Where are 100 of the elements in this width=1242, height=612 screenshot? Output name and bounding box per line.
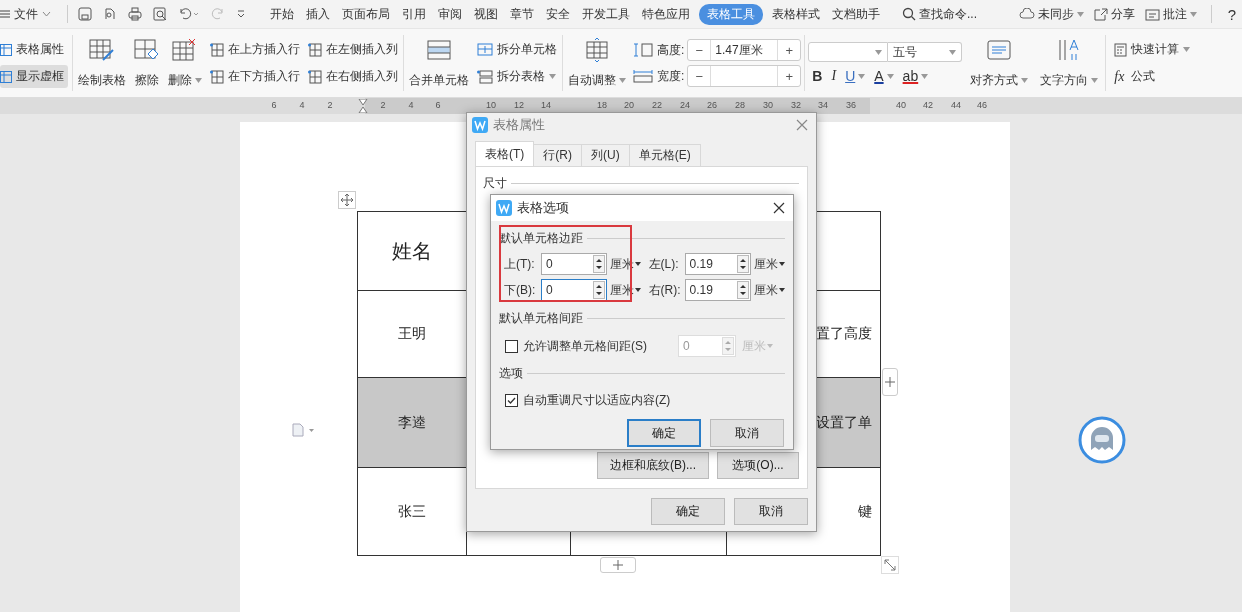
unit-dropdown[interactable]: 厘米	[753, 255, 785, 273]
dialog-button[interactable]: 取消	[710, 419, 784, 447]
dialog-tab[interactable]: 单元格(E)	[628, 144, 701, 166]
caret-icon	[1091, 77, 1099, 83]
dialog-title: 表格属性	[493, 116, 545, 134]
ribbon-tab[interactable]: 特色应用	[642, 3, 690, 25]
comment-button[interactable]: 批注	[1144, 5, 1197, 23]
export-icon[interactable]	[103, 7, 117, 21]
dialog-button[interactable]: 确定	[651, 498, 725, 525]
spinner-icon[interactable]	[593, 281, 605, 299]
decrease-button[interactable]: −	[688, 66, 711, 86]
increase-button[interactable]: +	[778, 66, 801, 86]
ribbon-tab[interactable]: 视图	[474, 3, 498, 25]
dialog-button[interactable]: 选项(O)...	[717, 452, 799, 479]
height-field[interactable]: 1.47厘米	[710, 40, 779, 60]
assistant-icon[interactable]	[1078, 416, 1126, 464]
sync-button[interactable]: 未同步	[1018, 5, 1084, 23]
alignment-button[interactable]: 对齐方式	[968, 35, 1031, 91]
autofit-icon	[584, 37, 610, 62]
print-icon[interactable]	[128, 7, 142, 21]
ribbon-tab[interactable]: 文档助手	[832, 3, 880, 25]
ruler-number: 44	[950, 100, 962, 110]
number-field[interactable]: 0	[541, 279, 607, 301]
app-logo-icon	[496, 200, 512, 216]
split-table-button[interactable]: 拆分表格	[475, 65, 559, 88]
search-icon	[902, 7, 916, 21]
split-cells-button[interactable]: 拆分单元格	[475, 38, 559, 61]
help-button[interactable]: ?	[1225, 5, 1238, 23]
ribbon-tab[interactable]: 审阅	[438, 3, 462, 25]
highlight-button[interactable]: ab	[902, 68, 929, 84]
ribbon-tab[interactable]: 引用	[402, 3, 426, 25]
spinner-icon[interactable]	[593, 255, 605, 273]
draw-table-button[interactable]: 绘制表格	[76, 35, 128, 91]
increase-button[interactable]: +	[778, 40, 801, 60]
ruler-number: 32	[790, 100, 802, 110]
spinner-icon[interactable]	[736, 255, 749, 273]
ribbon-tab[interactable]: 插入	[306, 3, 330, 25]
italic-button[interactable]: I	[831, 68, 837, 84]
eraser-icon	[134, 37, 160, 62]
ribbon-tab[interactable]: 表格样式	[772, 3, 820, 25]
formula-button[interactable]: fx 公式	[1112, 65, 1193, 88]
share-button[interactable]: 分享	[1093, 5, 1135, 23]
font-color-button[interactable]: A	[874, 68, 894, 84]
autofit-button[interactable]: 自动调整	[566, 35, 628, 91]
quick-calc-button[interactable]: 快速计算	[1112, 38, 1193, 61]
font-size-dropdown[interactable]: 五号	[888, 42, 963, 62]
preview-icon[interactable]	[153, 7, 167, 21]
ribbon-tab[interactable]: 安全	[546, 3, 570, 25]
ribbon-tab[interactable]: 页面布局	[342, 3, 390, 25]
erase-button[interactable]: 擦除	[132, 35, 162, 91]
dialog-button[interactable]: 确定	[627, 419, 701, 447]
spinner-icon[interactable]	[736, 281, 749, 299]
ribbon-tab[interactable]: 开发工具	[582, 3, 630, 25]
checkbox-icon	[505, 394, 518, 407]
close-icon[interactable]	[773, 202, 785, 214]
bold-button[interactable]: B	[812, 68, 823, 84]
resize-icon[interactable]	[881, 556, 899, 574]
more-icon[interactable]	[236, 9, 246, 19]
text-direction-button[interactable]: 文字方向	[1038, 35, 1101, 91]
merge-cells-button[interactable]: 合并单元格	[407, 35, 471, 91]
number-field[interactable]: 0.19	[684, 279, 751, 301]
caret-icon	[1021, 77, 1029, 83]
ribbon-tab[interactable]: 开始	[270, 3, 294, 25]
dialog-button[interactable]: 取消	[734, 498, 808, 525]
move-icon[interactable]	[338, 191, 356, 209]
ruler-number: 4	[407, 100, 415, 110]
checkbox-icon	[505, 339, 518, 353]
search-field[interactable]: 查找命令...	[902, 5, 977, 23]
width-label: 宽度:	[657, 67, 685, 85]
insert-button[interactable]: 在右侧插入列	[306, 65, 400, 88]
dialog-tab[interactable]: 表格(T)	[475, 141, 535, 166]
ribbon-toggle-button[interactable]: 显示虚框	[0, 65, 68, 88]
decrease-button[interactable]: −	[688, 40, 711, 60]
underline-button[interactable]: U	[845, 68, 866, 84]
ribbon-toggle-button[interactable]: 表格属性	[0, 38, 68, 61]
number-field[interactable]: 0.19	[684, 253, 751, 275]
table-icon	[308, 69, 322, 84]
delete-button[interactable]: 删除	[166, 35, 204, 91]
file-menu[interactable]: 文件	[0, 5, 57, 23]
ruler-number: 10	[485, 100, 497, 110]
app-logo-icon	[472, 117, 488, 133]
caret-icon	[549, 74, 556, 79]
dialog-button[interactable]: 边框和底纹(B)...	[597, 452, 709, 479]
insert-button[interactable]: 在左侧插入列	[306, 38, 400, 61]
align-icon	[986, 37, 1013, 62]
ribbon-tab[interactable]: 章节	[510, 3, 534, 25]
autofit-checkbox[interactable]: 自动重调尺寸以适应内容(Z)	[505, 392, 671, 409]
number-field[interactable]: 0	[541, 253, 607, 275]
caret-icon	[635, 262, 641, 266]
undo-icon[interactable]	[178, 7, 200, 21]
insert-button[interactable]: 在下方插入行	[208, 65, 302, 88]
document-icon[interactable]	[292, 423, 316, 437]
add-column-button[interactable]	[882, 368, 898, 396]
caret-icon	[1183, 47, 1191, 52]
add-row-button[interactable]	[600, 557, 636, 573]
save-icon[interactable]	[78, 7, 92, 21]
width-field[interactable]	[710, 66, 779, 86]
caret-icon	[42, 11, 51, 17]
indent-marker-icon[interactable]	[358, 99, 368, 113]
insert-button[interactable]: 在上方插入行	[208, 38, 302, 61]
